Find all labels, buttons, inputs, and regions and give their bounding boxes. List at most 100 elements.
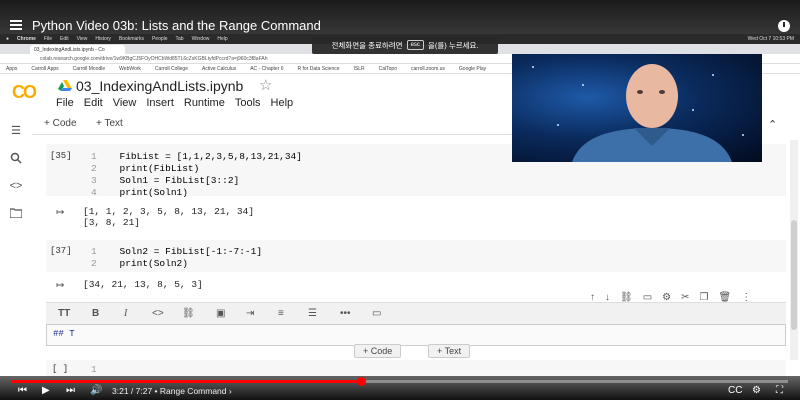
chapter-title[interactable]: Range Command [160,386,227,396]
menu-view[interactable]: View [113,97,137,109]
horizontal-rule-icon[interactable]: ••• [340,308,351,319]
add-code-cell-button[interactable]: + Code [44,118,77,129]
menu-runtime[interactable]: Runtime [184,97,225,109]
bookmark-item[interactable]: Carroll Moodle [73,66,106,72]
code-text: Soln1 = FibList[3::2] [119,175,240,186]
video-title[interactable]: Python Video 03b: Lists and the Range Co… [32,18,321,33]
video-time: 3:21 / 7:27 • Range Command › [112,386,232,396]
notebook-title[interactable]: 03_IndexingAndLists.ipynb [76,78,243,94]
add-code-cell-button[interactable]: + Code [354,344,402,358]
collapse-header-icon[interactable]: ⌃ [768,118,777,131]
bookmark-item[interactable]: AC - Chapter 6 [250,66,283,72]
code-line[interactable]: 2 print(Soln2) [91,258,188,269]
volume-icon[interactable]: 🔊 [90,385,102,396]
previous-icon[interactable]: ⏮ [18,385,27,396]
drive-icon [58,80,72,91]
mac-menu-window[interactable]: Window [192,36,210,42]
colab-logo[interactable]: CO [12,82,37,103]
fullscreen-exit-banner: 전체화면을 종료하려면 esc 을(를) 누르세요. [312,36,498,54]
cell-execution-count[interactable]: [35] [50,151,72,161]
browser-tab[interactable]: 03_IndexingAndLists.ipynb - Co [30,45,125,54]
mac-menu-history[interactable]: History [95,36,111,42]
numbered-list-icon[interactable]: ≡ [278,308,284,319]
line-number: 1 [91,151,97,162]
menu-help[interactable]: Help [271,97,294,109]
toolbar-divider [32,134,512,135]
italic-icon[interactable]: I [124,308,127,319]
add-text-cell-button[interactable]: + Text [96,118,123,129]
mac-menu-help[interactable]: Help [217,36,227,42]
image-icon[interactable]: ▣ [216,308,225,319]
output-icon[interactable]: ↦ [56,207,64,218]
bookmark-item[interactable]: carroll.zoom.us [411,66,445,72]
menu-file[interactable]: File [56,97,74,109]
bookmark-item[interactable]: Carroll College [155,66,188,72]
cell-output-line: [1, 1, 2, 3, 5, 8, 13, 21, 34] [83,206,255,217]
menu-edit[interactable]: Edit [84,97,103,109]
heading-icon[interactable]: TT [58,308,70,319]
bookmark-item[interactable]: R for Data Science [298,66,340,72]
bookmark-item[interactable]: ISLR [354,66,365,72]
code-snippets-icon[interactable]: <> [9,180,23,194]
code-format-icon[interactable]: <> [152,308,164,319]
video-progress-bar[interactable] [12,377,788,386]
bookmark-item[interactable]: WebWork [119,66,141,72]
code-text: FibList = [1,1,2,3,5,8,13,21,34] [119,151,302,162]
bold-icon[interactable]: B [92,308,99,319]
line-number: 4 [91,187,97,198]
star-icon[interactable]: ☆ [259,76,272,94]
mac-clock: Wed Oct 7 10:53 PM [747,36,794,42]
code-line[interactable]: 1 FibList = [1,1,2,3,5,8,13,21,34] [91,151,302,162]
line-number: 1 [91,364,97,375]
bookmark-item[interactable]: CalTopo [379,66,397,72]
presenter-silhouette [572,64,732,162]
bookmark-item[interactable]: Google Play [459,66,486,72]
webcam-overlay [512,54,762,162]
line-number: 3 [91,175,97,186]
play-icon[interactable]: ▶ [42,385,50,396]
next-icon[interactable]: ⏭ [66,385,75,396]
link-format-icon[interactable]: ⛓ [182,308,195,319]
add-text-cell-button[interactable]: + Text [428,344,471,358]
code-line[interactable]: 1 Soln2 = FibList[-1:-7:-1] [91,246,262,257]
esc-key-badge: esc [406,40,424,50]
bookmark-item[interactable]: Carroll Apps [31,66,58,72]
markdown-editor[interactable]: ## T [46,324,786,346]
code-line[interactable]: 1 [91,364,97,375]
table-of-contents-icon[interactable]: ☰ [9,124,23,138]
mac-menu-people[interactable]: People [152,36,168,42]
cell-output-line: [3, 8, 21] [83,217,141,228]
mac-menu-bookmarks[interactable]: Bookmarks [119,36,144,42]
files-icon[interactable] [9,208,23,222]
output-icon[interactable]: ↦ [56,280,64,291]
menu-icon[interactable] [10,20,22,30]
code-text: print(FibList) [119,163,200,174]
scrollbar-thumb[interactable] [791,220,797,330]
mac-menu-edit[interactable]: Edit [60,36,69,42]
colab-menubar: File Edit View Insert Runtime Tools Help [56,97,293,109]
cell-execution-count[interactable]: [ ] [52,364,68,374]
mac-menu-view[interactable]: View [77,36,88,42]
mac-app-name[interactable]: Chrome [17,36,36,42]
line-number: 2 [91,258,97,269]
bulleted-list-icon[interactable]: ☰ [308,308,317,319]
code-line[interactable]: 4 print(Soln1) [91,187,188,198]
menu-tools[interactable]: Tools [235,97,261,109]
menu-insert[interactable]: Insert [146,97,174,109]
watch-later-icon[interactable] [778,20,790,32]
cell-output-line: [34, 21, 13, 8, 5, 3] [83,279,203,290]
indent-icon[interactable]: ⇥ [246,308,254,319]
apple-icon[interactable]: ● [6,36,9,42]
bookmark-item[interactable]: Active Calculus [202,66,236,72]
mac-menu-tab[interactable]: Tab [176,36,184,42]
captions-icon[interactable]: CC [728,385,742,396]
preview-icon[interactable]: ▭ [372,308,381,319]
settings-icon[interactable]: ⚙ [752,385,761,396]
code-line[interactable]: 2 print(FibList) [91,163,199,174]
code-line[interactable]: 3 Soln1 = FibList[3::2] [91,175,239,186]
bookmark-item[interactable]: Apps [6,66,17,72]
mac-menu-file[interactable]: File [44,36,52,42]
cell-execution-count[interactable]: [37] [50,246,72,256]
search-icon[interactable] [9,152,23,166]
fullscreen-exit-icon[interactable]: ⛶ [776,385,783,396]
